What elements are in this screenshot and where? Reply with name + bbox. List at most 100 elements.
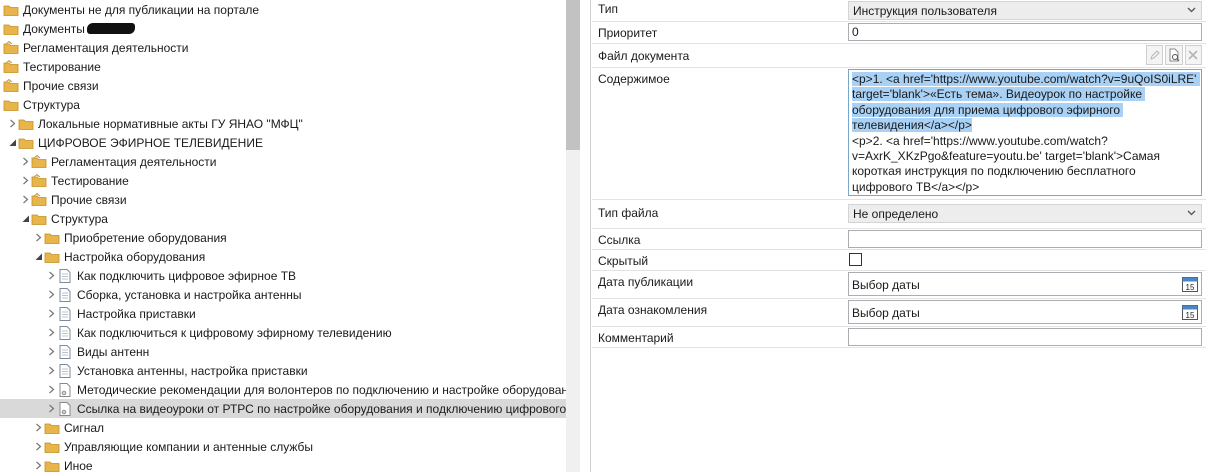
collapsed-arrow-icon[interactable]	[19, 190, 31, 209]
prop-row-type: Тип Инструкция пользователя	[592, 0, 1206, 22]
prop-label-reviewdate: Дата ознакомления	[598, 303, 708, 317]
tree-item[interactable]: Иное	[0, 456, 566, 472]
tree-item-label: Регламентация деятельности	[23, 40, 189, 55]
collapsed-arrow-icon[interactable]	[45, 266, 57, 285]
folder-special-icon	[31, 173, 47, 187]
tree-item-label: Документы	[23, 21, 85, 36]
prop-label-link: Ссылка	[598, 233, 641, 247]
tree-item-label: Сигнал	[64, 420, 105, 435]
collapsed-arrow-icon[interactable]	[6, 114, 18, 133]
collapsed-arrow-icon[interactable]	[19, 152, 31, 171]
collapsed-arrow-icon[interactable]	[45, 380, 57, 399]
prop-label-content: Содержимое	[598, 72, 670, 86]
priority-input[interactable]: 0	[848, 23, 1202, 41]
tree-item[interactable]: Как подключить цифровое эфирное ТВ	[0, 266, 566, 285]
content-selected-text: <p>1. <a href='https://www.youtube.com/w…	[852, 72, 1200, 133]
reviewdate-value: Выбор даты	[852, 306, 920, 320]
prop-label-priority: Приоритет	[598, 26, 658, 40]
tree-item-label: Приобретение оборудования	[64, 230, 227, 245]
expanded-arrow-icon[interactable]	[19, 209, 31, 228]
filetype-select[interactable]: Не определено	[848, 204, 1202, 223]
collapsed-arrow-icon[interactable]	[45, 342, 57, 361]
expanded-arrow-icon[interactable]	[6, 133, 18, 152]
expanded-arrow-icon[interactable]	[32, 247, 44, 266]
attach-file-button[interactable]	[1165, 45, 1183, 65]
tree-item-label: Структура	[51, 211, 108, 226]
tree-item-label: Прочие связи	[51, 192, 127, 207]
tree-item[interactable]: Тестирование	[0, 171, 566, 190]
tree-item[interactable]: Сигнал	[0, 418, 566, 437]
edit-file-button[interactable]	[1146, 45, 1164, 65]
collapsed-arrow-icon[interactable]	[32, 228, 44, 247]
file-search-icon	[1169, 48, 1180, 62]
calendar-icon[interactable]: 15	[1181, 275, 1199, 293]
collapsed-arrow-icon[interactable]	[45, 323, 57, 342]
prop-label-filetype: Тип файла	[598, 206, 659, 220]
tree-item[interactable]: Установка антенны, настройка приставки	[0, 361, 566, 380]
scrollbar-thumb[interactable]	[566, 0, 580, 150]
document-tree[interactable]: Документы не для публикации на портале До…	[0, 0, 566, 472]
pubdate-picker[interactable]: Выбор даты 15	[848, 272, 1202, 296]
tree-item[interactable]: Тестирование	[0, 57, 566, 76]
tree-item[interactable]: Виды антенн	[0, 342, 566, 361]
tree-item[interactable]: Прочие связи	[0, 76, 566, 95]
tree-item[interactable]: Приобретение оборудования	[0, 228, 566, 247]
tree-item[interactable]: Регламентация деятельности	[0, 38, 566, 57]
tree-item[interactable]: Управляющие компании и антенные службы	[0, 437, 566, 456]
hidden-checkbox[interactable]	[849, 253, 862, 266]
filetype-select-value: Не определено	[853, 207, 939, 221]
tree-item-label: Регламентация деятельности	[51, 154, 217, 169]
folder-icon	[44, 423, 60, 434]
tree-item[interactable]: Структура	[0, 95, 566, 114]
type-select[interactable]: Инструкция пользователя	[848, 1, 1202, 20]
comment-input[interactable]	[848, 328, 1202, 346]
tree-item-label: Сборка, установка и настройка антенны	[77, 287, 302, 302]
chevron-down-icon	[1187, 7, 1196, 13]
link-input[interactable]	[848, 230, 1202, 248]
collapsed-arrow-icon[interactable]	[45, 285, 57, 304]
splitter-line	[590, 0, 591, 472]
prop-row-content: Содержимое <p>1. <a href='https://www.yo…	[592, 68, 1206, 200]
tree-item-label: Структура	[23, 97, 80, 112]
tree-item[interactable]: Методические рекомендации для волонтеров…	[0, 380, 566, 399]
tree-item[interactable]: Регламентация деятельности	[0, 152, 566, 171]
tree-item[interactable]: Структура	[0, 209, 566, 228]
folder-icon	[44, 233, 60, 244]
prop-row-priority: Приоритет 0	[592, 22, 1206, 44]
calendar-icon[interactable]: 15	[1181, 303, 1199, 321]
tree-item-label: Виды антенн	[77, 344, 150, 359]
collapsed-arrow-icon[interactable]	[32, 418, 44, 437]
content-textarea[interactable]: <p>1. <a href='https://www.youtube.com/w…	[848, 69, 1202, 196]
tree-item[interactable]: Прочие связи	[0, 190, 566, 209]
collapsed-arrow-icon[interactable]	[45, 304, 57, 323]
tree-item-label: Тестирование	[51, 173, 129, 188]
clear-file-button[interactable]	[1184, 45, 1202, 65]
tree-item[interactable]: Как подключиться к цифровому эфирному те…	[0, 323, 566, 342]
tree-scrollbar[interactable]	[566, 0, 580, 472]
chevron-down-icon	[1187, 210, 1196, 216]
tree-item[interactable]: Ссылка на видеоуроки от РТРС по настройк…	[0, 399, 566, 418]
tree-item[interactable]: Документы не для публикации на портале	[0, 0, 566, 19]
type-select-value: Инструкция пользователя	[853, 4, 997, 18]
tree-item[interactable]: ЦИФРОВОЕ ЭФИРНОЕ ТЕЛЕВИДЕНИЕ	[0, 133, 566, 152]
tree-item-label: Иное	[64, 458, 93, 472]
tree-item-label: Тестирование	[23, 59, 101, 74]
tree-item-label: ЦИФРОВОЕ ЭФИРНОЕ ТЕЛЕВИДЕНИЕ	[38, 135, 263, 150]
prop-row-file: Файл документа	[592, 44, 1206, 68]
close-icon	[1188, 50, 1198, 60]
reviewdate-picker[interactable]: Выбор даты 15	[848, 300, 1202, 324]
tree-item[interactable]: Настройка оборудования	[0, 247, 566, 266]
collapsed-arrow-icon[interactable]	[45, 361, 57, 380]
collapsed-arrow-icon[interactable]	[45, 399, 57, 418]
collapsed-arrow-icon[interactable]	[32, 456, 44, 472]
tree-item[interactable]: Документы	[0, 19, 566, 38]
collapsed-arrow-icon[interactable]	[32, 437, 44, 456]
folder-icon	[18, 119, 34, 130]
collapsed-arrow-icon[interactable]	[19, 171, 31, 190]
prop-label-pubdate: Дата публикации	[598, 275, 694, 289]
tree-item[interactable]: Настройка приставки	[0, 304, 566, 323]
calendar-day: 15	[1186, 283, 1195, 292]
tree-item[interactable]: Сборка, установка и настройка антенны	[0, 285, 566, 304]
tree-item[interactable]: Локальные нормативные акты ГУ ЯНАО "МФЦ"	[0, 114, 566, 133]
tree-item-label: Прочие связи	[23, 78, 99, 93]
